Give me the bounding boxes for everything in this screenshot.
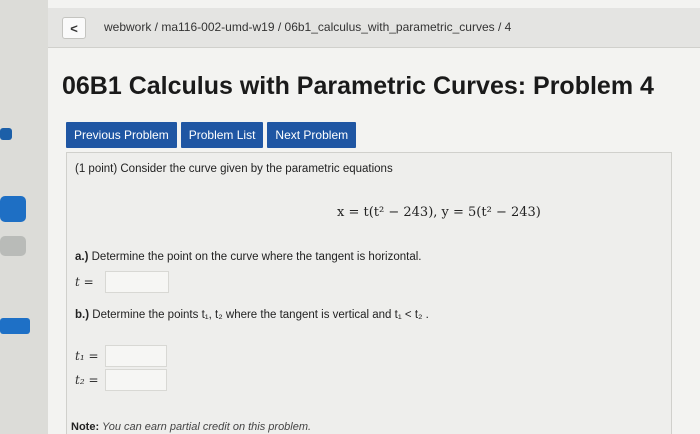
problem-nav: Previous Problem Problem List Next Probl… [66,122,357,148]
background-window-strip [0,0,48,434]
next-problem-button[interactable]: Next Problem [267,122,357,148]
note-text: You can earn partial credit on this prob… [99,421,312,433]
t1-answer-input[interactable] [105,345,167,367]
t-label: t = [75,275,94,289]
t1-label: t₁ = [75,349,99,363]
t-answer-input[interactable] [105,271,169,293]
part-a-question: a.) Determine the point on the curve whe… [75,251,421,263]
problem-panel: (1 point) Consider the curve given by th… [66,152,672,434]
answer-row-t: t = [75,271,169,293]
background-window-block [0,236,26,256]
background-window-block [0,318,30,334]
part-b-question: b.) Determine the points t₁, t₂ where th… [75,309,429,321]
part-a-label: a.) [75,251,89,263]
problem-list-button[interactable]: Problem List [180,122,264,148]
page-title: 06B1 Calculus with Parametric Curves: Pr… [62,72,654,100]
chevron-left-icon: < [70,20,78,36]
part-a-text: Determine the point on the curve where t… [88,251,422,263]
answer-row-t1: t₁ = [75,345,167,367]
answer-row-t2: t₂ = [75,369,167,391]
webwork-page: < webwork / ma116-002-umd-w19 / 06b1_cal… [48,0,700,434]
background-window-block [0,196,26,222]
background-window-block [0,128,12,140]
problem-intro: (1 point) Consider the curve given by th… [75,163,393,175]
top-bar: < webwork / ma116-002-umd-w19 / 06b1_cal… [48,8,700,48]
parametric-equation: x = t(t² − 243), y = 5(t² − 243) [337,205,541,220]
note-label: Note: [71,421,100,433]
part-b-text: Determine the points t₁, t₂ where the ta… [89,309,429,321]
previous-problem-button[interactable]: Previous Problem [66,122,177,148]
partial-credit-note: Note: You can earn partial credit on thi… [71,421,311,433]
t2-answer-input[interactable] [105,369,167,391]
back-button[interactable]: < [62,17,86,39]
breadcrumb: webwork / ma116-002-umd-w19 / 06b1_calcu… [104,20,512,34]
t2-label: t₂ = [75,373,99,387]
part-b-label: b.) [75,309,90,321]
